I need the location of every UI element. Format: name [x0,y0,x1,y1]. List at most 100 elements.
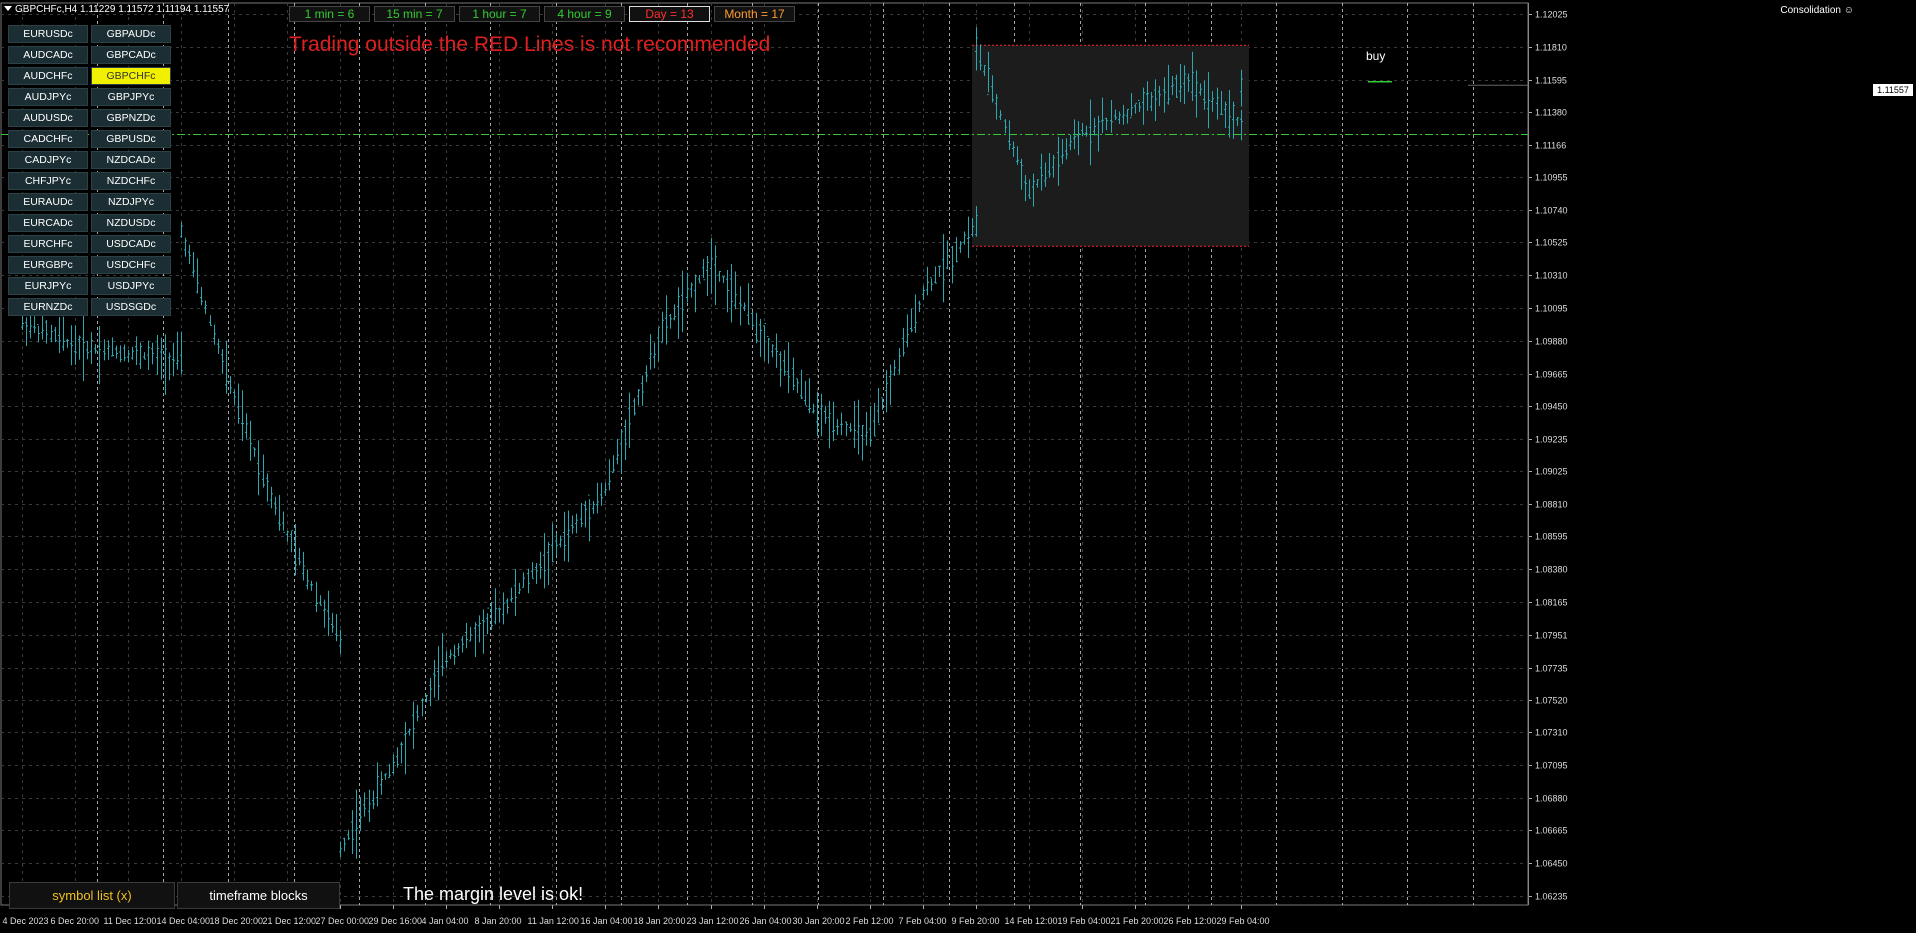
price-bar [327,590,330,637]
symbol-button-nzdcadc[interactable]: NZDCADc [91,151,171,169]
price-bar [547,541,550,586]
price-bar [804,380,807,407]
symbol-button-audusdc[interactable]: AUDUSDc [8,109,88,127]
symbol-button-gbpchfc[interactable]: GBPCHFc [91,67,171,85]
price-bar [592,501,595,515]
symbol-button-usdchfc[interactable]: USDCHFc [91,256,171,274]
symbol-button-gbpaudc[interactable]: GBPAUDc [91,25,171,43]
price-bar [906,314,909,348]
current-price-tag: 1.11557 [1873,84,1913,96]
price-bar [115,345,118,359]
price-bar [783,350,786,376]
symbol-button-gbpnzdc[interactable]: GBPNZDc [91,109,171,127]
price-bar [853,400,856,449]
price-chart[interactable]: 1.12025 1.11810 1.11595 1.11380 1.11166 1.109… [0,0,1916,933]
price-bar [310,580,313,591]
price-bar [241,390,244,441]
price-bar [653,342,656,369]
price-bar [722,276,725,284]
price-bar [429,677,432,707]
symbol-list-button[interactable]: symbol list (x) [9,882,175,909]
symbol-button-nzdjpyc[interactable]: NZDJPYc [91,193,171,211]
time-label: 19 Feb 04:00 [1058,916,1111,926]
symbol-button-eurnzdc[interactable]: EURNZDc [8,298,88,316]
timeframe-block: 1 min = 6 [289,6,370,22]
price-bar [955,237,958,263]
price-label: 1.06880 [1535,794,1568,804]
timeframe-blocks-button[interactable]: timeframe blocks [177,882,340,909]
price-bar [641,375,644,406]
price-bar [755,312,758,344]
symbol-button-cadjpyc[interactable]: CADJPYc [8,151,88,169]
symbol-button-nzdchfc[interactable]: NZDCHFc [91,172,171,190]
symbol-button-audcadc[interactable]: AUDCADc [8,46,88,64]
price-bar [184,237,187,257]
time-label: 18 Dec 20:00 [210,916,264,926]
price-bar [339,841,342,858]
price-bar [143,352,146,360]
price-label: 1.08165 [1535,598,1568,608]
price-bar [302,551,305,581]
price-bar [363,792,366,817]
price-bar [840,412,843,436]
price-label: 1.10310 [1535,271,1568,281]
symbol-button-eurusdc[interactable]: EURUSDc [8,25,88,43]
symbol-button-cadchfc[interactable]: CADCHFc [8,130,88,148]
price-label: 1.08810 [1535,500,1568,510]
price-bar [482,609,485,654]
price-bar [763,322,766,361]
price-bar [62,316,65,351]
symbol-button-audjpyc[interactable]: AUDJPYc [8,88,88,106]
symbol-button-gbpusdc[interactable]: GBPUSDc [91,130,171,148]
price-bar [188,244,191,264]
symbol-button-euraudc[interactable]: EURAUDc [8,193,88,211]
price-bar [392,754,395,775]
symbol-button-usdcadc[interactable]: USDCADc [91,235,171,253]
price-bar [861,425,864,461]
price-label: 1.07310 [1535,728,1568,738]
symbol-list: EURUSDc GBPAUDc AUDCADc GBPCADc AUDCHFc GBPCH… [8,25,171,316]
time-label: 21 Dec 12:00 [263,916,317,926]
price-bar [131,346,134,360]
symbol-button-gbpcadc[interactable]: GBPCADc [91,46,171,64]
time-label: 30 Jan 20:00 [793,916,845,926]
price-bar [266,473,269,502]
price-bar [739,286,742,326]
price-bar [669,313,672,329]
symbol-button-eurjpyc[interactable]: EURJPYc [8,277,88,295]
price-bar [527,568,530,594]
symbol-button-eurgbpc[interactable]: EURGBPc [8,256,88,274]
time-label: 27 Dec 00:00 [316,916,370,926]
price-label: 1.09665 [1535,370,1568,380]
price-bar [274,496,277,516]
dropdown-triangle-icon[interactable] [4,6,12,11]
symbol-button-eurchfc[interactable]: EURCHFc [8,235,88,253]
price-bar [951,245,954,284]
price-bar [898,348,901,375]
symbol-button-nzdusdc[interactable]: NZDUSDc [91,214,171,232]
price-bar [123,344,126,362]
price-bar [111,337,114,357]
price-bar [233,389,236,406]
symbol-button-usdjpyc[interactable]: USDJPYc [91,277,171,295]
price-bar [575,513,578,534]
price-bar [45,319,48,344]
price-bar [580,503,583,528]
price-bar [396,747,399,768]
price-label: 1.09025 [1535,467,1568,477]
symbol-button-audchfc[interactable]: AUDCHFc [8,67,88,85]
symbol-button-usdsgdc[interactable]: USDSGDc [91,298,171,316]
price-bar [926,266,929,296]
price-bar [474,622,477,658]
price-bar [596,482,599,514]
price-bar [343,837,346,852]
symbol-button-chfjpyc[interactable]: CHFJPYc [8,172,88,190]
symbol-button-eurcadc[interactable]: EURCADc [8,214,88,232]
price-bar [298,547,301,566]
price-bar [494,588,497,625]
price-bar [649,334,652,370]
symbol-button-gbpjpyc[interactable]: GBPJPYc [91,88,171,106]
timeframe-block: 15 min = 7 [374,6,455,22]
price-bar [323,599,326,628]
price-bar [775,333,778,368]
